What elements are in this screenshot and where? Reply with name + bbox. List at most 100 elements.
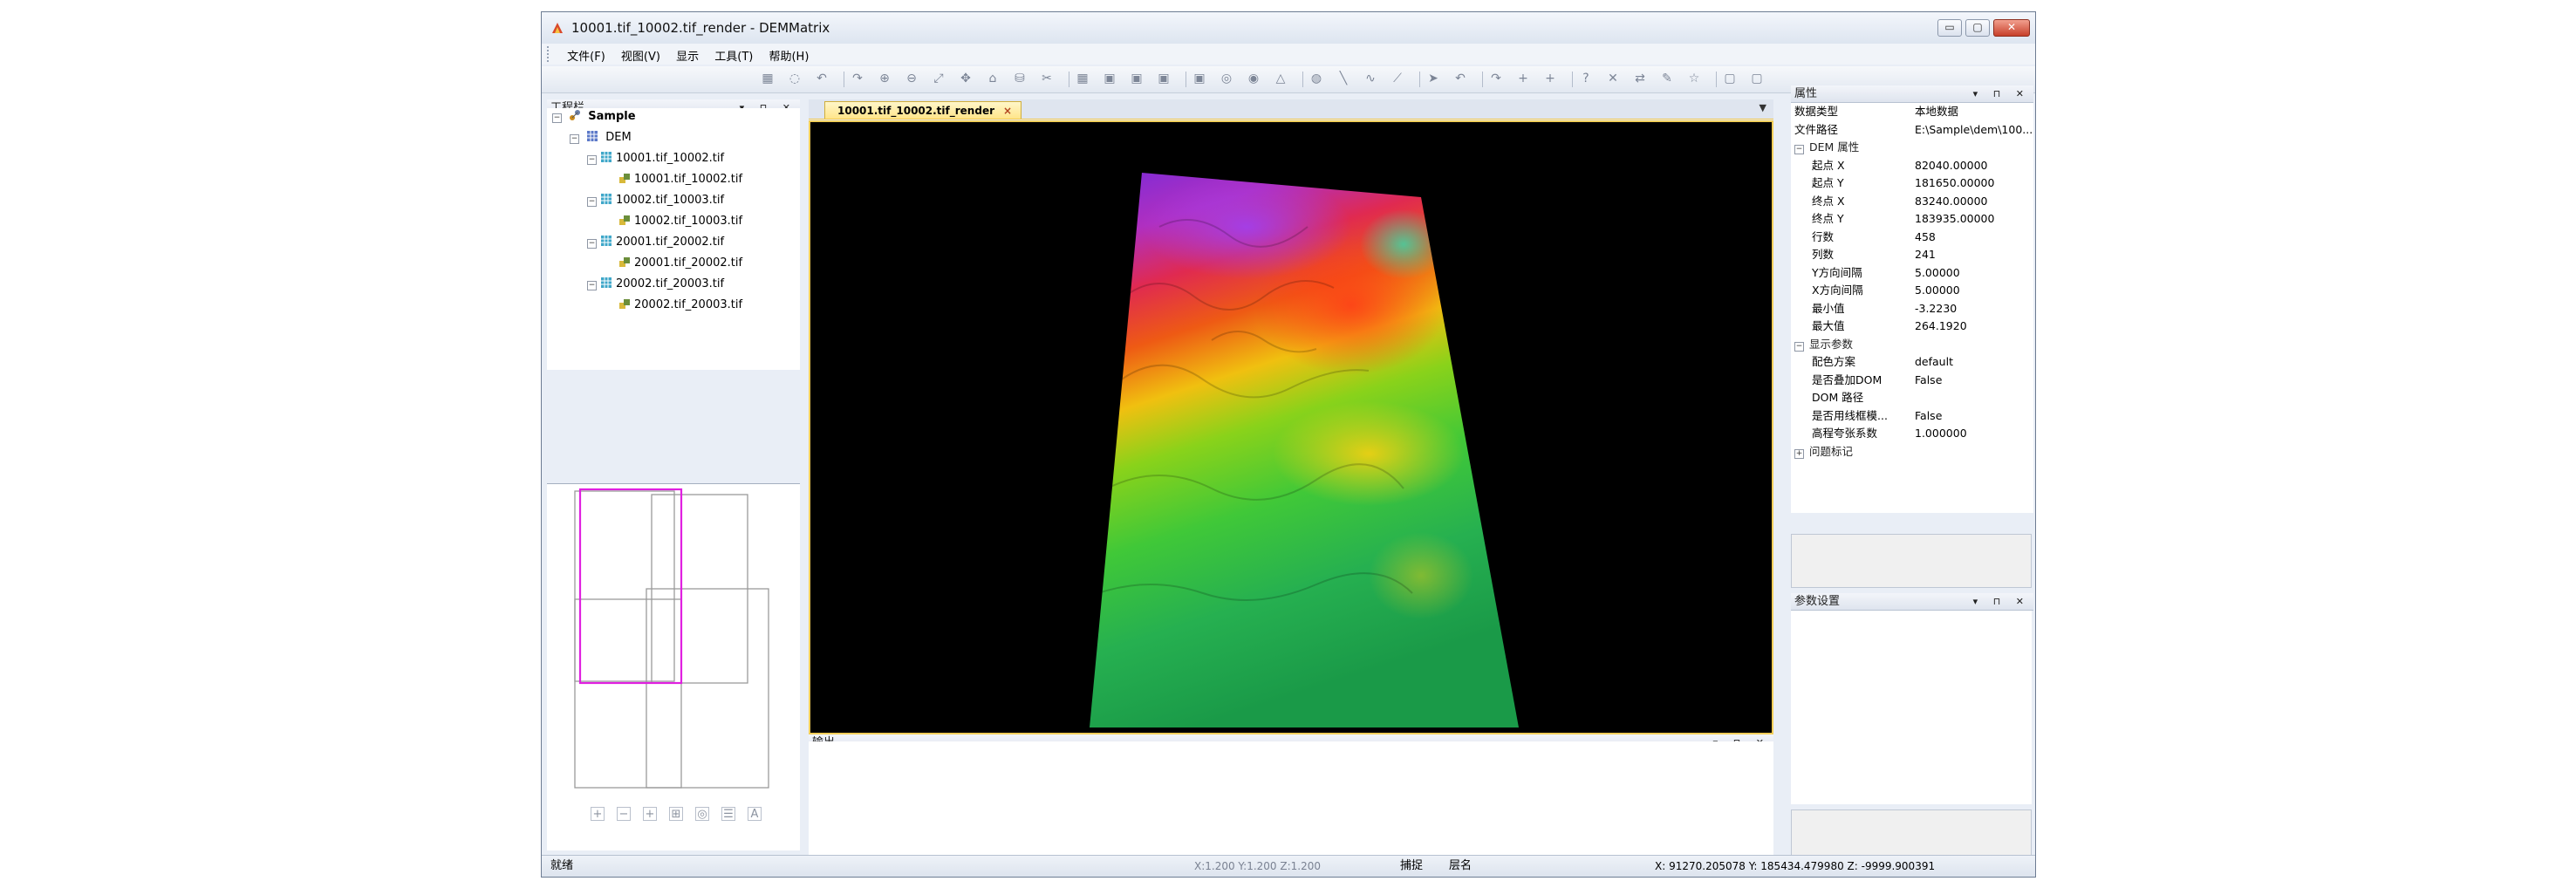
property-category-issues[interactable]: + 问题标记 bbox=[1791, 443, 2033, 461]
polyline-icon[interactable]: ⟋ bbox=[1390, 71, 1405, 86]
globe-icon[interactable]: ◉ bbox=[1246, 71, 1261, 86]
overview-tool-5-icon[interactable]: ☰ bbox=[721, 807, 735, 821]
undo-icon[interactable]: ↶ bbox=[814, 71, 830, 86]
property-value[interactable]: E:\Sample\dem\100... bbox=[1915, 121, 2032, 140]
open-icon[interactable]: ◌ bbox=[787, 71, 803, 86]
property-value[interactable]: 83240.00000 bbox=[1915, 193, 2032, 211]
menu-file[interactable]: 文件(F) bbox=[561, 44, 612, 67]
maximize-button[interactable]: ▢ bbox=[1965, 19, 1990, 37]
property-row[interactable]: 最小值 -3.2230 bbox=[1791, 300, 2033, 318]
zoom-out-icon[interactable]: ⊖ bbox=[904, 71, 919, 86]
tree-dataset-node[interactable]: − 10001.tif_10002.tif bbox=[587, 150, 724, 167]
delete-icon[interactable]: ✕ bbox=[1605, 71, 1621, 86]
tree-dataset-node[interactable]: − 20001.tif_20002.tif bbox=[587, 234, 724, 251]
pan-icon[interactable]: ✥ bbox=[958, 71, 974, 86]
collapse-icon[interactable]: − bbox=[552, 113, 562, 123]
redo2-icon[interactable]: ↷ bbox=[1488, 71, 1504, 86]
property-row[interactable]: DOM 路径 bbox=[1791, 389, 2033, 407]
property-category-dem[interactable]: − DEM 属性 bbox=[1791, 139, 2033, 157]
property-row[interactable]: 终点 Y 183935.00000 bbox=[1791, 210, 2033, 229]
star-icon[interactable]: ☆ bbox=[1686, 71, 1702, 86]
overview-tool-6-icon[interactable]: A bbox=[748, 807, 762, 821]
property-row[interactable]: Y方向间隔 5.00000 bbox=[1791, 264, 2033, 283]
overview-selection[interactable] bbox=[578, 488, 683, 685]
pointer-icon[interactable]: ➤ bbox=[1425, 71, 1441, 86]
property-value[interactable]: 82040.00000 bbox=[1915, 157, 2032, 175]
overview-map[interactable]: + − + ⊞ ◎ ☰ A bbox=[547, 483, 800, 850]
property-value[interactable]: -3.2230 bbox=[1915, 300, 2032, 318]
window3-icon[interactable]: ▣ bbox=[1156, 71, 1172, 86]
collapse-icon[interactable]: − bbox=[587, 155, 597, 165]
property-row[interactable]: 行数 458 bbox=[1791, 229, 2033, 247]
undo2-icon[interactable]: ↶ bbox=[1452, 71, 1468, 86]
overview-tool-1-icon[interactable]: − bbox=[617, 807, 631, 821]
collapse-icon[interactable]: − bbox=[587, 197, 597, 207]
window-icon[interactable]: ▣ bbox=[1102, 71, 1117, 86]
property-row[interactable]: 起点 Y 181650.00000 bbox=[1791, 174, 2033, 193]
collapse-icon[interactable]: − bbox=[1794, 341, 1804, 352]
tree-render-node[interactable]: 20002.tif_20003.tif bbox=[618, 297, 742, 314]
curve-icon[interactable]: ∿ bbox=[1363, 71, 1378, 86]
menu-tools[interactable]: 工具(T) bbox=[708, 44, 759, 67]
render-3d-viewport[interactable] bbox=[809, 120, 1773, 734]
new-icon[interactable]: ▦ bbox=[760, 71, 776, 86]
property-value[interactable]: 183935.00000 bbox=[1915, 210, 2032, 229]
properties-panel-buttons[interactable]: ▾ ⊓ ✕ bbox=[1973, 85, 2030, 103]
add-line-icon[interactable]: + bbox=[1542, 71, 1558, 86]
minimize-button[interactable]: ▭ bbox=[1937, 19, 1962, 37]
menu-view[interactable]: 视图(V) bbox=[615, 44, 666, 67]
redo-icon[interactable]: ↷ bbox=[850, 71, 865, 86]
menu-display[interactable]: 显示 bbox=[670, 44, 705, 67]
overview-tool-2-icon[interactable]: + bbox=[643, 807, 657, 821]
home-icon[interactable]: ⌂ bbox=[985, 71, 1001, 86]
property-value[interactable]: 458 bbox=[1915, 229, 2032, 247]
collapse-icon[interactable]: − bbox=[570, 134, 579, 144]
close-button[interactable]: ✕ bbox=[1993, 19, 2030, 37]
tree-dem-node[interactable]: − DEM bbox=[570, 129, 632, 147]
line-icon[interactable]: ╲ bbox=[1336, 71, 1351, 86]
collapse-icon[interactable]: + bbox=[1794, 448, 1804, 459]
tab-list-dropdown-icon[interactable]: ▼ bbox=[1759, 102, 1766, 113]
property-value[interactable]: 1.000000 bbox=[1915, 425, 2032, 443]
window2-icon[interactable]: ▣ bbox=[1129, 71, 1145, 86]
collapse-icon[interactable]: − bbox=[587, 239, 597, 249]
swap-icon[interactable]: ⇄ bbox=[1632, 71, 1648, 86]
grid-icon[interactable]: ▦ bbox=[1075, 71, 1090, 86]
help-icon[interactable]: ? bbox=[1578, 71, 1594, 86]
property-row[interactable]: 高程夸张系数 1.000000 bbox=[1791, 425, 2033, 443]
status-snap[interactable]: 捕捉 bbox=[1400, 856, 1423, 877]
property-value[interactable]: 本地数据 bbox=[1915, 103, 2032, 121]
camera-icon[interactable]: ◍ bbox=[1308, 71, 1324, 86]
property-value[interactable]: 181650.00000 bbox=[1915, 174, 2032, 193]
tree-root[interactable]: − Sample bbox=[552, 108, 636, 126]
property-row[interactable]: X方向间隔 5.00000 bbox=[1791, 282, 2033, 300]
property-value[interactable]: default bbox=[1915, 353, 2032, 372]
frame-icon[interactable]: ▢ bbox=[1722, 71, 1738, 86]
collapse-icon[interactable]: − bbox=[587, 281, 597, 290]
property-row[interactable]: 是否叠加DOM False bbox=[1791, 372, 2033, 390]
edit-icon[interactable]: ✎ bbox=[1659, 71, 1675, 86]
property-row[interactable]: 起点 X 82040.00000 bbox=[1791, 157, 2033, 175]
window4-icon[interactable]: ▣ bbox=[1192, 71, 1207, 86]
zoom-in-icon[interactable]: ⊕ bbox=[877, 71, 892, 86]
target-icon[interactable]: ◎ bbox=[1219, 71, 1234, 86]
overview-tool-4-icon[interactable]: ◎ bbox=[695, 807, 709, 821]
zoom-extent-icon[interactable]: ⤢ bbox=[931, 71, 946, 86]
layer-icon[interactable]: ⛁ bbox=[1012, 71, 1028, 86]
cut-icon[interactable]: ✂ bbox=[1039, 71, 1055, 86]
property-value[interactable]: 5.00000 bbox=[1915, 264, 2032, 283]
frame2-icon[interactable]: ▢ bbox=[1749, 71, 1765, 86]
tree-dataset-node[interactable]: − 20002.tif_20003.tif bbox=[587, 276, 724, 293]
overview-tool-0-icon[interactable]: + bbox=[591, 807, 605, 821]
property-category-display[interactable]: − 显示参数 bbox=[1791, 336, 2033, 354]
property-value[interactable]: False bbox=[1915, 407, 2032, 426]
tab-close-icon[interactable]: × bbox=[1003, 105, 1012, 117]
property-row[interactable]: 列数 241 bbox=[1791, 246, 2033, 264]
add-point-icon[interactable]: + bbox=[1515, 71, 1531, 86]
tree-render-node[interactable]: 10002.tif_10003.tif bbox=[618, 213, 742, 230]
overview-tool-3-icon[interactable]: ⊞ bbox=[669, 807, 683, 821]
triangle-icon[interactable]: △ bbox=[1273, 71, 1288, 86]
property-row[interactable]: 是否用线框模... False bbox=[1791, 407, 2033, 426]
property-row[interactable]: 配色方案 default bbox=[1791, 353, 2033, 372]
property-value[interactable]: 241 bbox=[1915, 246, 2032, 264]
